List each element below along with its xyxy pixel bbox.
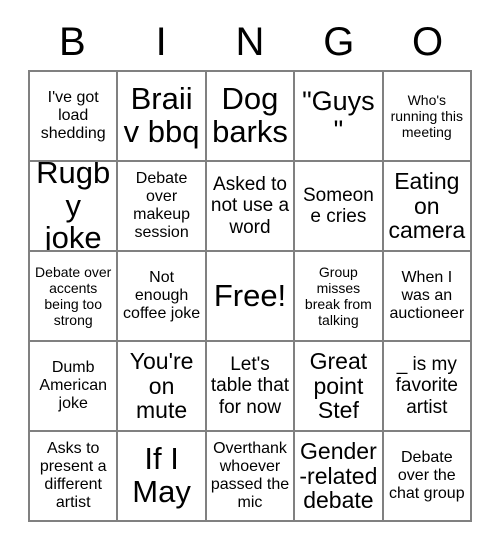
bingo-cell-i5[interactable]: If I May (118, 432, 207, 522)
bingo-cell-b4[interactable]: Dumb American joke (30, 342, 119, 432)
bingo-cell-b1[interactable]: I've got load shedding (30, 72, 119, 162)
bingo-cell-label: Dumb American joke (39, 358, 107, 413)
bingo-cell-o3[interactable]: When I was an auctioneer (383, 252, 472, 342)
bingo-cell-label: Someone cries (303, 184, 374, 227)
bingo-cell-label: I've got load shedding (40, 88, 106, 143)
bingo-cell-g2[interactable]: Someone cries (295, 162, 384, 252)
bingo-cell-b5[interactable]: Asks to present a different artist (30, 432, 119, 522)
bingo-cell-b2[interactable]: Rugby joke (30, 162, 119, 252)
bingo-cell-label: _ is my favorite artist (395, 354, 458, 418)
bingo-cell-label: Free! (213, 277, 287, 313)
bingo-cell-label: You're on mute (129, 347, 194, 424)
bingo-cell-label: Who's running this meeting (390, 91, 463, 141)
bingo-cell-o1[interactable]: Who's running this meeting (383, 72, 472, 162)
bingo-cell-i4[interactable]: You're on mute (118, 342, 207, 432)
bingo-header-letter-b: B (59, 20, 86, 64)
bingo-cell-label: Eating on camera (388, 167, 466, 244)
bingo-cell-n1[interactable]: Dog barks (206, 72, 296, 162)
bingo-header-letter-n: N (235, 20, 265, 64)
bingo-cell-label: Asked to not use a word (210, 174, 290, 238)
bingo-cell-n5[interactable]: Overthank whoever passed the mic (206, 432, 296, 522)
bingo-cell-o2[interactable]: Eating on camera (383, 162, 472, 252)
bingo-cell-label: If I May (132, 441, 191, 509)
bingo-cell-i1[interactable]: Braii v bbq (118, 72, 207, 162)
bingo-cell-n4[interactable]: Let's table that for now (206, 342, 296, 432)
bingo-header-letter-i: I (155, 20, 167, 64)
bingo-cell-i3[interactable]: Not enough coffee joke (118, 252, 207, 342)
bingo-cell-label: Let's table that for now (210, 354, 290, 418)
bingo-cell-label: Rugby joke (36, 162, 111, 252)
bingo-cell-label: Great point Stef (309, 347, 368, 424)
bingo-cell-label: Debate over the chat group (388, 448, 465, 503)
bingo-header-letter-o: O (412, 20, 444, 64)
bingo-cell-label: "Guys" (302, 86, 375, 145)
bingo-cell-label: Asks to present a different artist (39, 439, 107, 512)
bingo-cell-label: Not enough coffee joke (123, 268, 201, 323)
bingo-cell-label: Gender-related debate (299, 437, 378, 514)
bingo-cell-n2[interactable]: Asked to not use a word (206, 162, 296, 252)
bingo-cell-label: Dog barks (212, 81, 288, 149)
bingo-cell-label: Braii v bbq (123, 81, 200, 149)
bingo-cell-label: Group misses break from talking (304, 263, 372, 329)
bingo-cell-o5[interactable]: Debate over the chat group (383, 432, 472, 522)
bingo-cell-label: Overthank whoever passed the mic (210, 439, 290, 512)
bingo-grid: I've got load shedding Braii v bbq Dog b… (28, 70, 472, 522)
bingo-cell-label: When I was an auctioneer (389, 268, 465, 323)
bingo-header-letter-g: G (323, 20, 355, 64)
bingo-cell-o4[interactable]: _ is my favorite artist (383, 342, 472, 432)
bingo-cell-label: Debate over accents being too strong (35, 263, 112, 329)
bingo-cell-b3[interactable]: Debate over accents being too strong (30, 252, 119, 342)
bingo-cell-label: Debate over makeup session (133, 169, 191, 242)
bingo-cell-g1[interactable]: "Guys" (295, 72, 384, 162)
bingo-cell-g3[interactable]: Group misses break from talking (295, 252, 384, 342)
bingo-cell-g4[interactable]: Great point Stef (295, 342, 384, 432)
bingo-cell-i2[interactable]: Debate over makeup session (118, 162, 207, 252)
bingo-card: B I N G O I've got load shedding Braii v… (0, 0, 500, 544)
bingo-cell-free-space[interactable]: Free! (206, 252, 296, 342)
bingo-cell-g5[interactable]: Gender-related debate (295, 432, 384, 522)
bingo-header-row: B I N G O (28, 14, 472, 70)
